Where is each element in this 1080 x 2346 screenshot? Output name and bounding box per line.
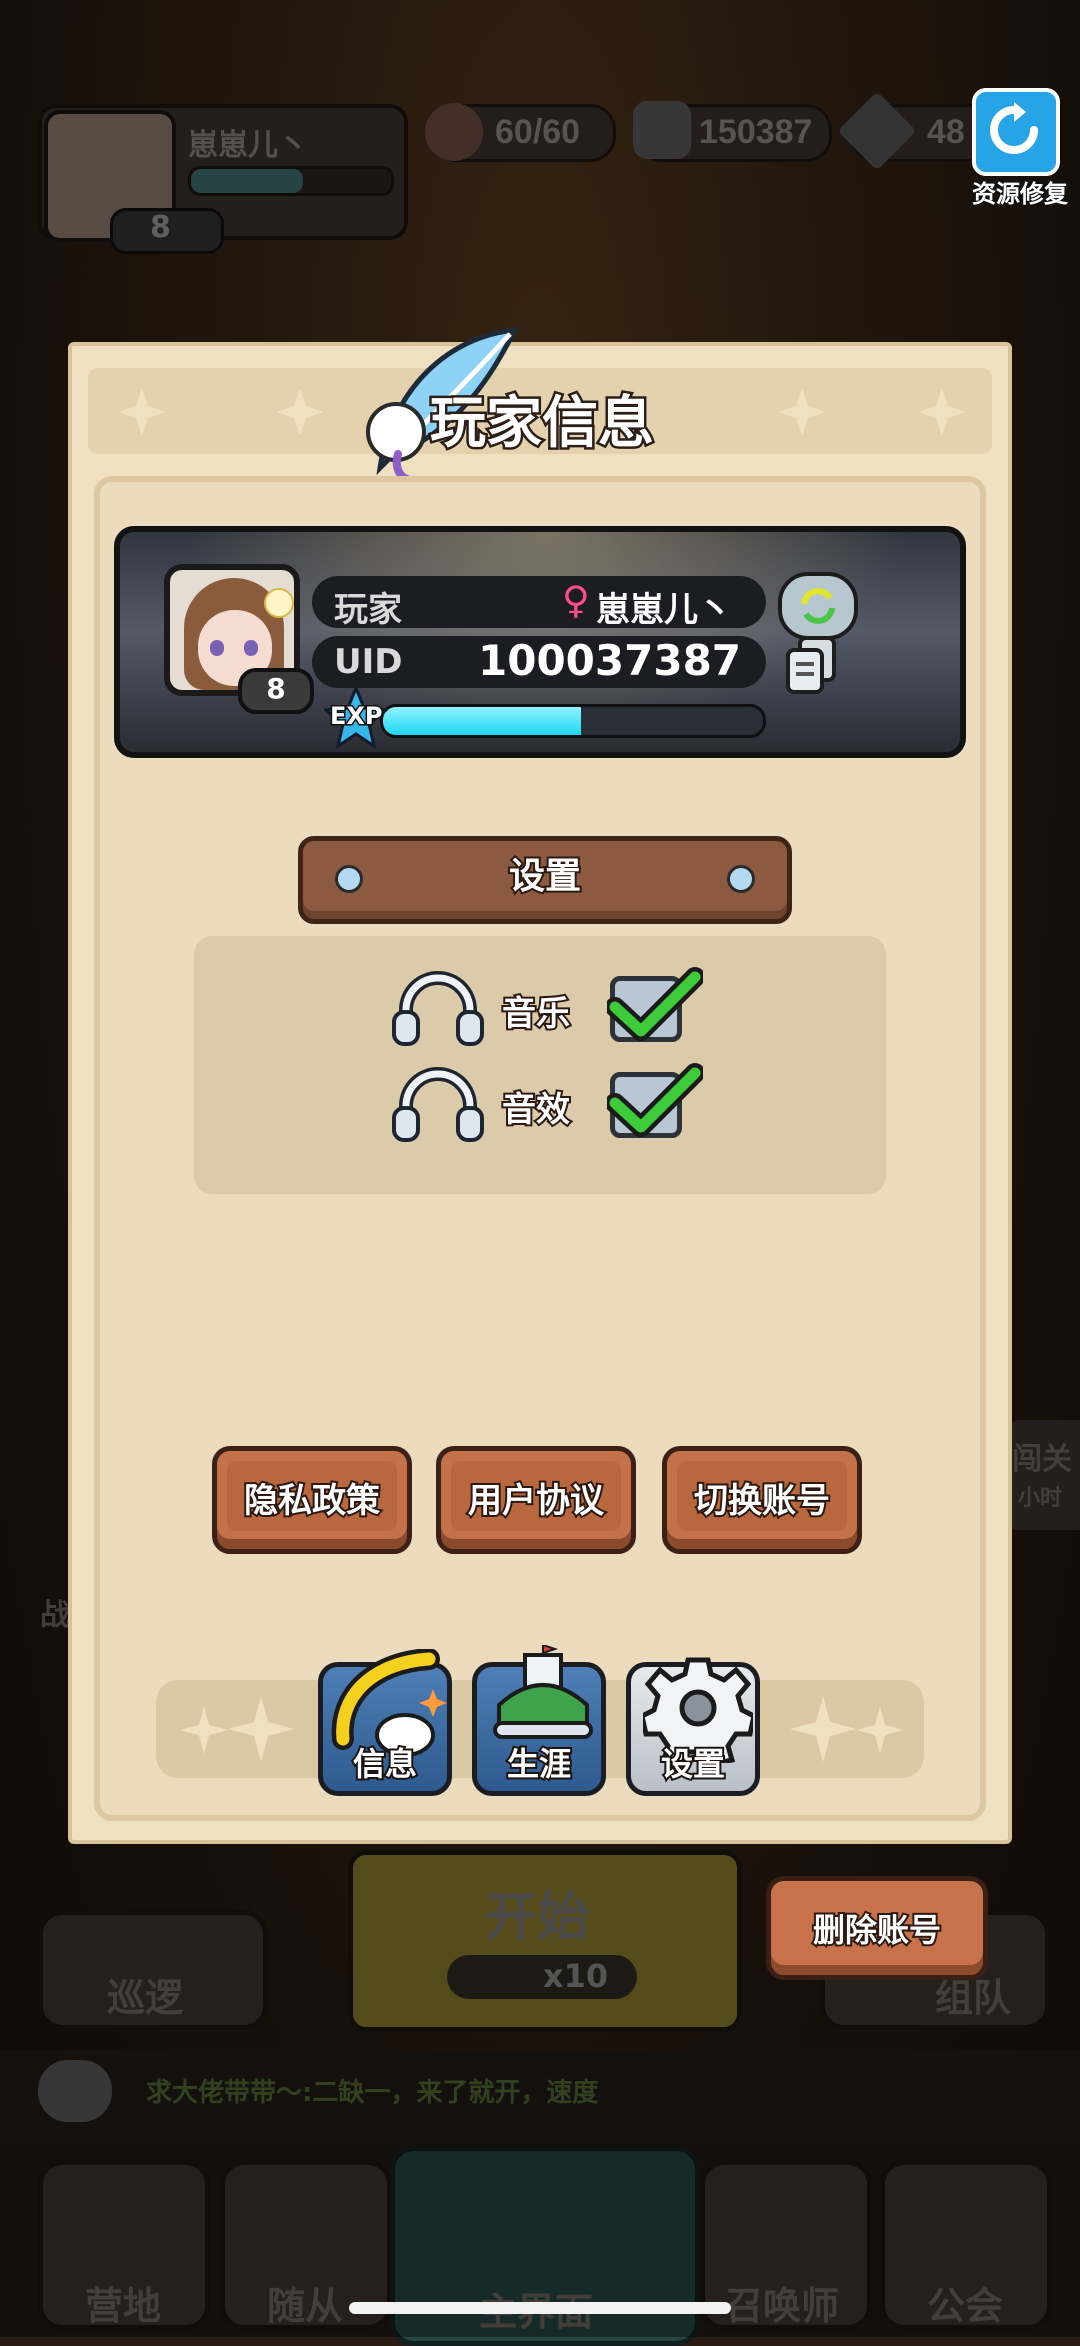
tab-info[interactable]: 信息 bbox=[318, 1649, 452, 1796]
uid-label: UID bbox=[334, 642, 403, 682]
user-agreement-label: 用户协议 bbox=[466, 1479, 606, 1523]
resource-repair-button[interactable]: 资源修复 bbox=[962, 88, 1078, 210]
sfx-checkbox[interactable] bbox=[607, 1063, 703, 1138]
rename-button[interactable] bbox=[778, 572, 858, 640]
tab-career[interactable]: 生涯 bbox=[472, 1645, 606, 1796]
refresh-icon bbox=[990, 102, 1038, 154]
exp-fill bbox=[383, 707, 581, 735]
sfx-label: 音效 bbox=[500, 1088, 572, 1132]
delete-account-label: 删除账号 bbox=[811, 1909, 943, 1951]
headphones-icon bbox=[392, 971, 484, 1046]
player-label: 玩家 bbox=[334, 590, 402, 630]
name-row: 玩家 ♀ 崽崽儿丶 bbox=[312, 576, 766, 630]
flower-icon bbox=[264, 588, 294, 618]
copy-icon bbox=[786, 636, 836, 694]
privacy-policy-label: 隐私政策 bbox=[242, 1479, 382, 1523]
exp-label: EXP bbox=[329, 701, 384, 732]
copy-uid-button[interactable] bbox=[784, 634, 840, 698]
female-icon: ♀ bbox=[562, 578, 590, 622]
settings-header: 设置 bbox=[298, 836, 792, 924]
delete-account-button[interactable]: 删除账号 bbox=[766, 1876, 988, 1980]
dialog-title: 玩家信息 bbox=[428, 389, 657, 459]
privacy-policy-button[interactable]: 隐私政策 bbox=[212, 1446, 412, 1554]
uid-row: UID 100037387 bbox=[312, 636, 766, 688]
switch-account-label: 切换账号 bbox=[692, 1479, 832, 1523]
headphones-icon bbox=[392, 1067, 484, 1142]
checkmark-icon bbox=[607, 1063, 703, 1137]
tab-settings-label: 设置 bbox=[659, 1743, 727, 1785]
swap-icon bbox=[801, 588, 835, 624]
home-indicator[interactable] bbox=[349, 2302, 731, 2314]
resource-repair-label: 资源修复 bbox=[971, 179, 1070, 210]
settings-header-label: 设置 bbox=[507, 854, 583, 899]
switch-account-button[interactable]: 切换账号 bbox=[662, 1446, 862, 1554]
music-checkbox[interactable] bbox=[607, 967, 703, 1042]
player-name: 崽崽儿丶 bbox=[596, 590, 732, 630]
checkmark-icon bbox=[607, 967, 703, 1041]
exp-bar bbox=[380, 704, 766, 738]
tab-career-label: 生涯 bbox=[505, 1743, 573, 1785]
tab-settings[interactable]: 设置 bbox=[626, 1657, 760, 1796]
level-badge: 8 bbox=[238, 668, 314, 714]
user-agreement-button[interactable]: 用户协议 bbox=[436, 1446, 636, 1554]
sound-settings-box bbox=[194, 936, 886, 1194]
music-label: 音乐 bbox=[500, 992, 572, 1036]
tab-info-label: 信息 bbox=[351, 1743, 419, 1785]
uid-value: 100037387 bbox=[478, 636, 742, 685]
